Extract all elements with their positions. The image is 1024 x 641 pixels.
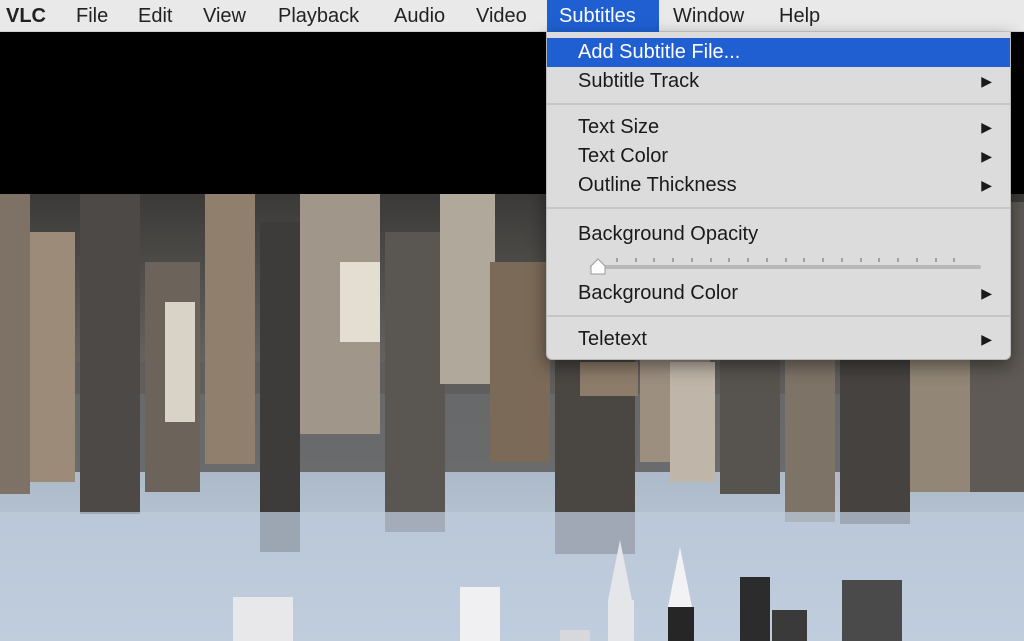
menu-audio[interactable]: Audio — [382, 0, 457, 32]
submenu-arrow-icon: ▶ — [981, 148, 992, 164]
menu-item-teletext[interactable]: Teletext ▶ — [547, 325, 1010, 354]
menu-item-label: Background Opacity — [578, 223, 759, 245]
menu-item-label: Teletext — [578, 328, 647, 350]
menu-vlc[interactable]: VLC — [0, 0, 58, 32]
menu-item-label: Add Subtitle File... — [578, 41, 741, 63]
menu-item-label: Outline Thickness — [578, 174, 737, 196]
menu-item-label: Text Color — [578, 145, 669, 167]
menu-window[interactable]: Window — [661, 0, 756, 32]
menu-separator — [547, 207, 1010, 209]
menu-edit[interactable]: Edit — [126, 0, 184, 32]
submenu-arrow-icon: ▶ — [981, 119, 992, 135]
subtitles-dropdown-menu: Add Subtitle File... Subtitle Track ▶ Te… — [546, 32, 1011, 360]
submenu-arrow-icon: ▶ — [981, 285, 992, 301]
slider-thumb-icon[interactable] — [590, 258, 606, 276]
menu-item-add-subtitle-file[interactable]: Add Subtitle File... — [547, 38, 1010, 67]
menu-item-text-size[interactable]: Text Size ▶ — [547, 113, 1010, 142]
menu-playback[interactable]: Playback — [266, 0, 371, 32]
menu-item-subtitle-track[interactable]: Subtitle Track ▶ — [547, 67, 1010, 96]
menu-video[interactable]: Video — [464, 0, 539, 32]
menu-view[interactable]: View — [191, 0, 258, 32]
menu-item-text-color[interactable]: Text Color ▶ — [547, 142, 1010, 171]
menu-separator — [547, 315, 1010, 317]
menu-file[interactable]: File — [64, 0, 120, 32]
menu-item-background-color[interactable]: Background Color ▶ — [547, 279, 1010, 308]
menu-item-label: Background Color — [578, 282, 739, 304]
slider-ticks — [616, 258, 955, 262]
menu-item-label: Subtitle Track — [578, 70, 700, 92]
submenu-arrow-icon: ▶ — [981, 73, 992, 89]
menu-subtitles[interactable]: Subtitles — [547, 0, 659, 32]
menu-item-background-opacity: Background Opacity — [547, 220, 1010, 249]
submenu-arrow-icon: ▶ — [981, 177, 992, 193]
submenu-arrow-icon: ▶ — [981, 331, 992, 347]
menu-item-outline-thickness[interactable]: Outline Thickness ▶ — [547, 171, 1010, 200]
background-opacity-slider[interactable] — [590, 258, 981, 280]
menu-item-label: Text Size — [578, 116, 660, 138]
menu-separator — [547, 103, 1010, 105]
menu-bar: VLC File Edit View Playback Audio Video … — [0, 0, 1024, 32]
menu-help[interactable]: Help — [767, 0, 832, 32]
